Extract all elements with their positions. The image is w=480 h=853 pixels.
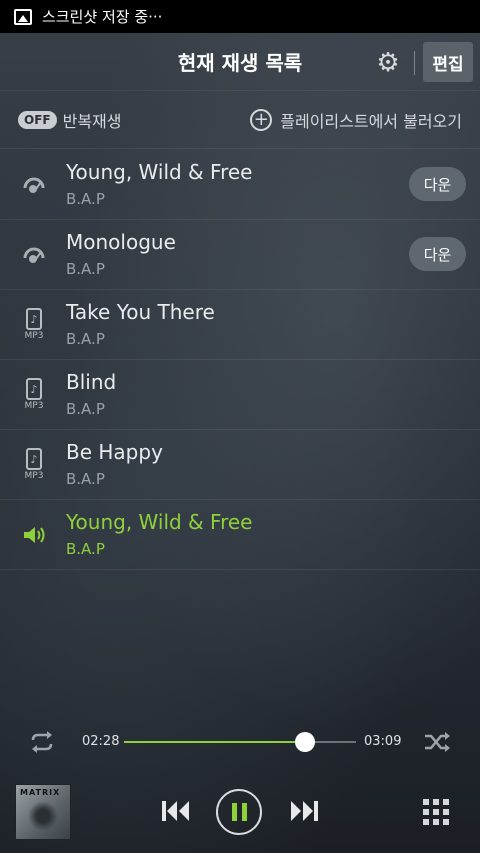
image-icon: [14, 8, 32, 25]
mp3-icon: ♪ MP3: [20, 448, 48, 482]
album-art-text: MATRIX: [20, 788, 61, 797]
list-item-now-playing[interactable]: Young, Wild & Free B.A.P: [0, 500, 480, 570]
repeat-icon[interactable]: [27, 730, 57, 754]
playlist-toolbar: OFF 반복재생 + 플레이리스트에서 불러오기: [0, 91, 480, 149]
list-item[interactable]: ♪ MP3 Blind B.A.P: [0, 360, 480, 430]
status-bar: 스크린샷 저장 중···: [0, 0, 480, 33]
speaker-icon: [20, 518, 48, 552]
list-item[interactable]: Young, Wild & Free B.A.P 다운: [0, 150, 480, 220]
list-item[interactable]: ♪ MP3 Be Happy B.A.P: [0, 430, 480, 500]
streaming-icon: [20, 238, 48, 272]
repeat-label: 반복재생: [62, 111, 122, 131]
streaming-icon: [20, 168, 48, 202]
song-artist: B.A.P: [66, 470, 105, 488]
song-artist: B.A.P: [66, 330, 105, 348]
list-item[interactable]: Monologue B.A.P 다운: [0, 220, 480, 290]
song-title: Young, Wild & Free: [66, 160, 253, 184]
total-time: 03:09: [364, 734, 402, 749]
mp3-label: MP3: [24, 471, 44, 481]
load-playlist-label: 플레이리스트에서 불러오기: [280, 111, 462, 131]
seek-bar[interactable]: [124, 732, 356, 752]
page-title: 현재 재생 목록: [177, 51, 303, 75]
header: 현재 재생 목록 ⚙ 편집: [0, 33, 480, 91]
status-text: 스크린샷 저장 중···: [42, 8, 163, 26]
song-title: Monologue: [66, 230, 176, 254]
previous-track-button[interactable]: [160, 800, 192, 822]
seek-handle[interactable]: [294, 732, 315, 752]
download-button[interactable]: 다운: [409, 167, 466, 201]
song-title: Be Happy: [66, 440, 163, 464]
mp3-label: MP3: [24, 331, 44, 341]
song-artist: B.A.P: [66, 400, 105, 418]
song-artist: B.A.P: [66, 190, 105, 208]
edit-button[interactable]: 편집: [423, 42, 473, 82]
shuffle-icon[interactable]: [422, 730, 452, 754]
seek-progress: [124, 741, 305, 743]
player-controls: 02:28 03:09 MATRIX: [0, 722, 480, 853]
current-time: 02:28: [82, 734, 120, 749]
repeat-state-badge[interactable]: OFF: [18, 110, 57, 129]
song-artist: B.A.P: [66, 260, 105, 278]
gear-icon[interactable]: ⚙: [374, 49, 402, 77]
load-playlist-button[interactable]: + 플레이리스트에서 불러오기: [250, 108, 462, 132]
previous-icon: [162, 801, 189, 821]
next-track-button[interactable]: [288, 800, 320, 822]
header-divider: [414, 51, 415, 75]
repeat-toggle[interactable]: OFF 반복재생: [18, 108, 122, 132]
song-artist: B.A.P: [66, 540, 105, 558]
pause-button[interactable]: [216, 789, 262, 835]
song-title: Blind: [66, 370, 117, 394]
mp3-icon: ♪ MP3: [20, 378, 48, 412]
download-button[interactable]: 다운: [409, 237, 466, 271]
list-item[interactable]: ♪ MP3 Take You There B.A.P: [0, 290, 480, 360]
grid-menu-icon[interactable]: [423, 799, 449, 825]
song-title: Take You There: [66, 300, 215, 324]
mp3-label: MP3: [24, 401, 44, 411]
next-icon: [291, 801, 318, 821]
pause-icon: [231, 803, 237, 821]
playlist: Young, Wild & Free B.A.P 다운 Monologue B.…: [0, 150, 480, 570]
plus-circle-icon: +: [250, 108, 273, 131]
mp3-icon: ♪ MP3: [20, 308, 48, 342]
album-art[interactable]: MATRIX: [15, 784, 71, 840]
song-title: Young, Wild & Free: [66, 510, 253, 534]
